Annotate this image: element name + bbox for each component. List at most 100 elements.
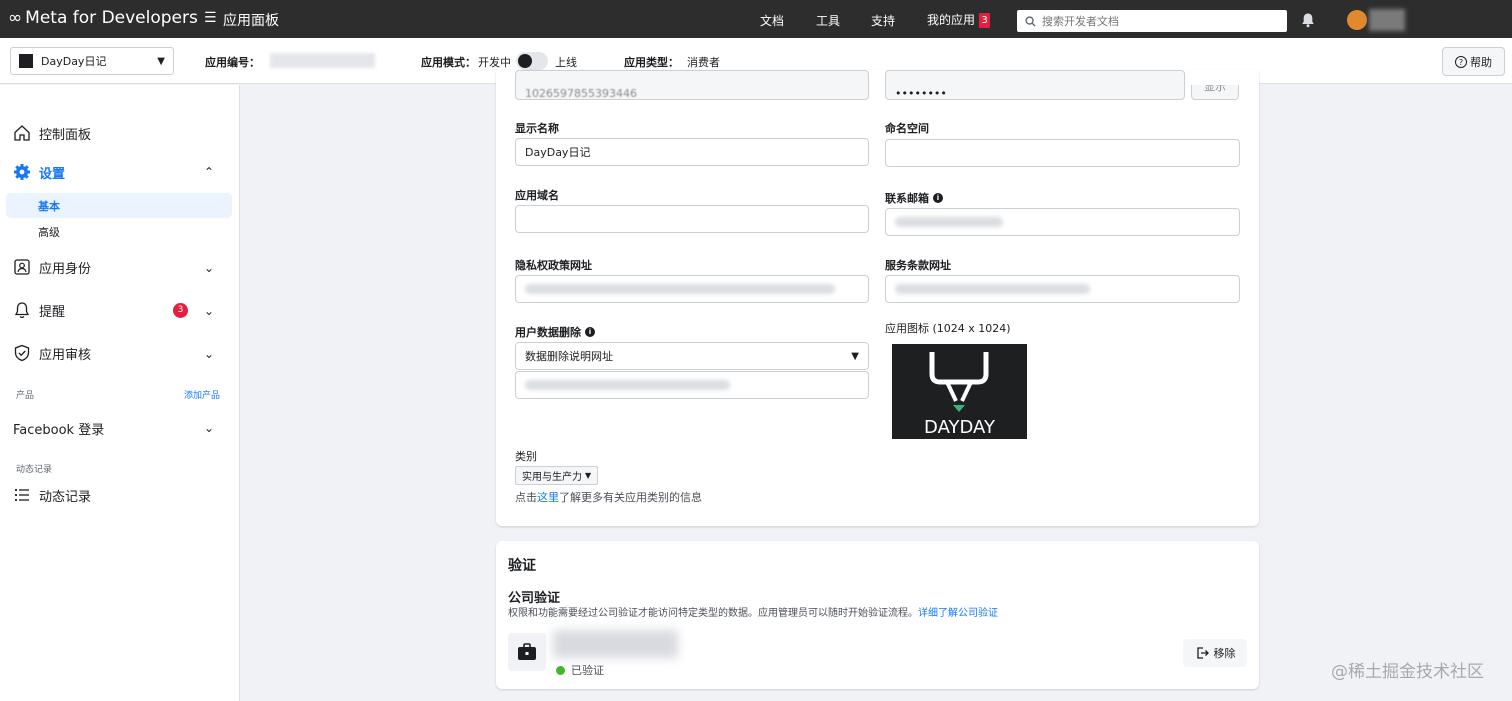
deletion-url-blurred — [525, 380, 730, 390]
gear-icon — [12, 162, 32, 182]
app-mode-toggle[interactable] — [516, 52, 548, 70]
sidebar-item-alerts[interactable]: 提醒 — [12, 300, 65, 320]
app-icon-label: 应用图标 (1024 x 1024) — [885, 322, 1011, 335]
business-verification-link[interactable]: 详细了解公司验证 — [918, 608, 998, 619]
app-id-value-blurred — [270, 53, 375, 68]
watermark: @稀土掘金技术社区 — [1331, 662, 1484, 682]
app-secret-value: •••••••• — [895, 86, 947, 100]
category-help-prefix: 点击 — [515, 491, 537, 504]
app-selector-dropdown[interactable]: DayDay日记 ▼ — [10, 47, 174, 75]
remove-button[interactable]: 移除 — [1183, 639, 1247, 667]
products-section-label: 产品 — [16, 391, 35, 401]
show-secret-button[interactable]: 显示 — [1191, 85, 1239, 100]
sidebar-item-app-review[interactable]: 应用审核 — [12, 343, 91, 363]
privacy-policy-label: 隐私权政策网址 — [515, 259, 592, 272]
sidebar-item-label: Facebook 登录 — [13, 423, 105, 438]
app-mode-label: 应用模式： — [421, 56, 476, 69]
sidebar-item-label: 动态记录 — [39, 489, 92, 505]
brand-text: Meta for Developers — [25, 8, 198, 28]
namespace-label: 命名空间 — [885, 122, 929, 135]
shield-check-icon — [12, 343, 32, 363]
search-input[interactable] — [1042, 14, 1272, 28]
meta-brand-logo[interactable]: ∞ Meta for Developers — [8, 8, 198, 28]
help-icon: ? — [1455, 55, 1467, 68]
add-product-link[interactable]: 添加产品 — [184, 388, 220, 401]
nav-support[interactable]: 支持 — [871, 12, 895, 29]
business-verification-description: 权限和功能需要经过公司验证才能访问特定类型的数据。应用管理员可以随时开始验证流程… — [508, 604, 998, 619]
meta-infinity-icon: ∞ — [8, 8, 23, 28]
verification-status-text: 已验证 — [571, 664, 604, 677]
nav-docs[interactable]: 文档 — [760, 12, 784, 29]
activity-section-label: 动态记录 — [16, 465, 53, 475]
contact-email-label: 联系邮箱 i — [885, 190, 943, 206]
category-value: 实用与生产力 — [522, 472, 582, 483]
nav-tools[interactable]: 工具 — [816, 12, 840, 29]
app-domain-field[interactable] — [515, 205, 869, 233]
app-mode-dev: 开发中 — [478, 56, 511, 69]
notifications-bell-icon[interactable] — [1300, 12, 1316, 28]
sidebar-item-dashboard[interactable]: 控制面板 — [12, 123, 91, 143]
remove-label: 移除 — [1213, 647, 1236, 660]
user-avatar[interactable] — [1347, 10, 1367, 30]
help-button[interactable]: ? 帮助 — [1442, 47, 1505, 76]
app-id-label: 应用编号： — [205, 56, 260, 69]
caret-down-icon: ▼ — [585, 471, 592, 480]
business-name-blurred — [553, 630, 678, 658]
app-icon-image[interactable]: DAYDAY — [892, 344, 1027, 439]
sidebar-item-advanced[interactable]: 高级 — [6, 219, 232, 244]
display-name-field[interactable]: DayDay日记 — [515, 138, 869, 166]
briefcase-icon — [518, 643, 536, 660]
category-help-suffix: 了解更多有关应用类别的信息 — [559, 491, 702, 504]
sidebar-item-facebook-login[interactable]: Facebook 登录 — [13, 419, 104, 438]
info-icon[interactable]: i — [933, 193, 943, 203]
privacy-policy-field[interactable] — [515, 275, 869, 303]
app-type-label: 应用类型： — [624, 56, 679, 69]
id-badge-icon — [12, 257, 32, 277]
chevron-down-icon[interactable]: ⌄ — [204, 304, 214, 318]
data-deletion-url-field[interactable] — [515, 371, 869, 399]
chevron-down-icon[interactable]: ⌄ — [204, 421, 214, 435]
data-deletion-type-select[interactable]: 数据删除说明网址 ▼ — [515, 342, 869, 370]
nav-my-apps[interactable]: 我的应用 3 — [927, 11, 991, 28]
chevron-down-icon[interactable]: ⌄ — [204, 347, 214, 361]
app-selector-label: DayDay日记 — [41, 55, 107, 68]
sidebar-item-basic[interactable]: 基本 — [6, 193, 232, 218]
terms-of-service-field[interactable] — [885, 275, 1240, 303]
sidebar-item-label: 设置 — [39, 166, 66, 182]
business-icon-box — [508, 633, 546, 671]
alerts-count-badge: 3 — [173, 303, 188, 318]
sidebar: 控制面板 设置 ⌃ 基本 高级 应用身份 ⌄ 提醒 3 ⌄ 应用审核 ⌄ 产品 … — [0, 85, 240, 701]
namespace-field[interactable] — [885, 139, 1240, 167]
contact-email-field[interactable] — [885, 208, 1240, 236]
bell-icon — [12, 300, 32, 320]
app-domain-label: 应用域名 — [515, 189, 559, 202]
category-help-link[interactable]: 这里 — [537, 491, 559, 504]
data-deletion-select-value: 数据删除说明网址 — [525, 350, 613, 363]
my-apps-badge: 3 — [979, 13, 991, 28]
app-icon-text: DAYDAY — [924, 417, 995, 438]
user-name-blurred[interactable] — [1369, 9, 1405, 31]
category-help-text: 点击这里了解更多有关应用类别的信息 — [515, 489, 702, 505]
sidebar-item-label: 应用审核 — [39, 347, 92, 363]
verified-status-dot — [556, 665, 565, 675]
chevron-down-icon[interactable]: ⌄ — [204, 261, 214, 275]
privacy-url-blurred — [525, 284, 835, 294]
caret-down-icon: ▼ — [851, 350, 859, 362]
category-dropdown[interactable]: 实用与生产力 ▼ — [515, 466, 599, 485]
app-id-field: 1026597855393446 — [515, 70, 869, 100]
display-name-value: DayDay日记 — [525, 146, 591, 159]
sidebar-item-app-roles[interactable]: 应用身份 — [12, 257, 91, 277]
help-label: 帮助 — [1470, 55, 1492, 69]
menu-icon[interactable]: ☰ — [204, 10, 217, 26]
sidebar-item-settings[interactable]: 设置 — [12, 162, 65, 182]
search-box[interactable] — [1017, 10, 1287, 32]
app-dashboard-link[interactable]: 应用面板 — [223, 10, 279, 30]
sidebar-item-activity-log[interactable]: 动态记录 — [12, 485, 91, 505]
business-desc-text: 权限和功能需要经过公司验证才能访问特定类型的数据。应用管理员可以随时开始验证流程… — [508, 608, 918, 619]
info-icon[interactable]: i — [585, 327, 595, 337]
contact-email-blurred — [895, 217, 1003, 227]
user-data-deletion-label-text: 用户数据删除 — [515, 326, 581, 339]
app-logo-icon — [19, 54, 33, 68]
category-label: 类别 — [515, 450, 537, 463]
chevron-up-icon[interactable]: ⌃ — [204, 165, 214, 179]
